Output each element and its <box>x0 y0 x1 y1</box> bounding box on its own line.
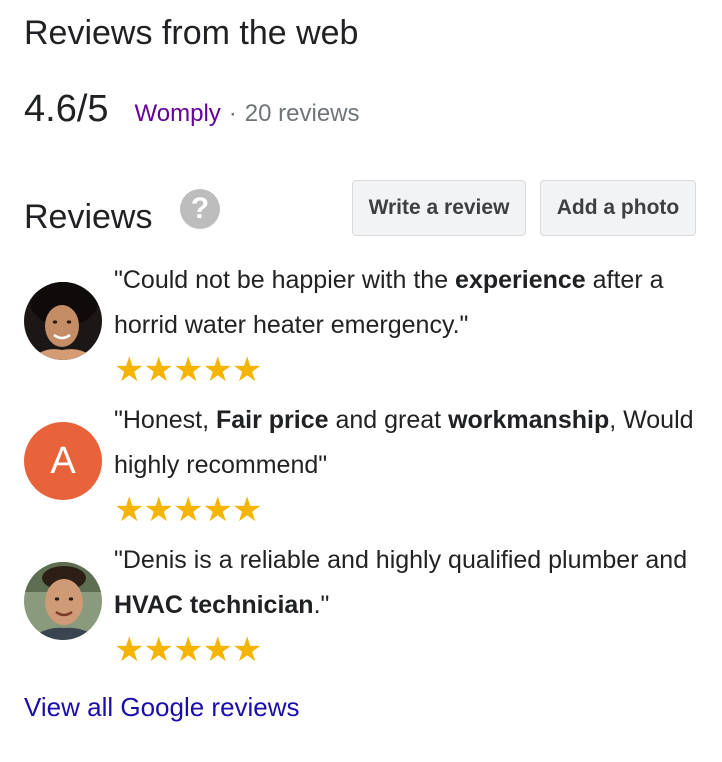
star-rating: ★★★★★ <box>114 351 262 389</box>
review-text-part: and great <box>328 406 449 434</box>
write-review-button[interactable]: Write a review <box>352 180 526 236</box>
panel-title: Reviews from the web <box>24 14 359 52</box>
rating-value: 4.6/5 <box>24 88 109 130</box>
rating-summary: 4.6/5 Womply · 20 reviews <box>24 88 360 138</box>
view-all-reviews-link[interactable]: View all Google reviews <box>24 692 300 723</box>
review-text: "Denis is a reliable and highly qualifie… <box>114 538 704 628</box>
star-rating: ★★★★★ <box>114 491 262 529</box>
separator-dot: · <box>228 100 237 127</box>
reviewer-photo-icon <box>24 282 102 360</box>
review-item: "Could not be happier with the experienc… <box>24 258 704 389</box>
review-text-part: "Could not be happier with the <box>114 266 456 294</box>
review-count: 20 reviews <box>244 100 360 127</box>
review-text: "Could not be happier with the experienc… <box>114 258 704 348</box>
review-text-part: "Denis is a reliable and highly qualifie… <box>114 546 688 574</box>
reviewer-avatar <box>24 282 102 360</box>
review-text-part: ." <box>313 591 330 619</box>
reviewer-photo-icon <box>24 562 102 640</box>
star-rating: ★★★★★ <box>114 631 262 669</box>
review-text-part: "Honest, <box>114 406 216 434</box>
review-item: A "Honest, Fair price and great workmans… <box>24 398 704 529</box>
review-keyword: Fair price <box>215 406 329 434</box>
help-icon[interactable]: ? <box>180 189 220 229</box>
reviewer-avatar-letter: A <box>24 422 102 500</box>
review-item: "Denis is a reliable and highly qualifie… <box>24 538 704 669</box>
review-text: "Honest, Fair price and great workmanshi… <box>114 398 704 488</box>
review-keyword: HVAC technician <box>114 591 314 619</box>
reviewer-avatar <box>24 562 102 640</box>
review-source-link[interactable]: Womply <box>135 100 221 128</box>
review-keyword: experience <box>455 266 586 294</box>
reviews-heading: Reviews <box>24 198 153 236</box>
review-keyword: workmanship <box>448 406 610 434</box>
add-photo-button[interactable]: Add a photo <box>540 180 696 236</box>
